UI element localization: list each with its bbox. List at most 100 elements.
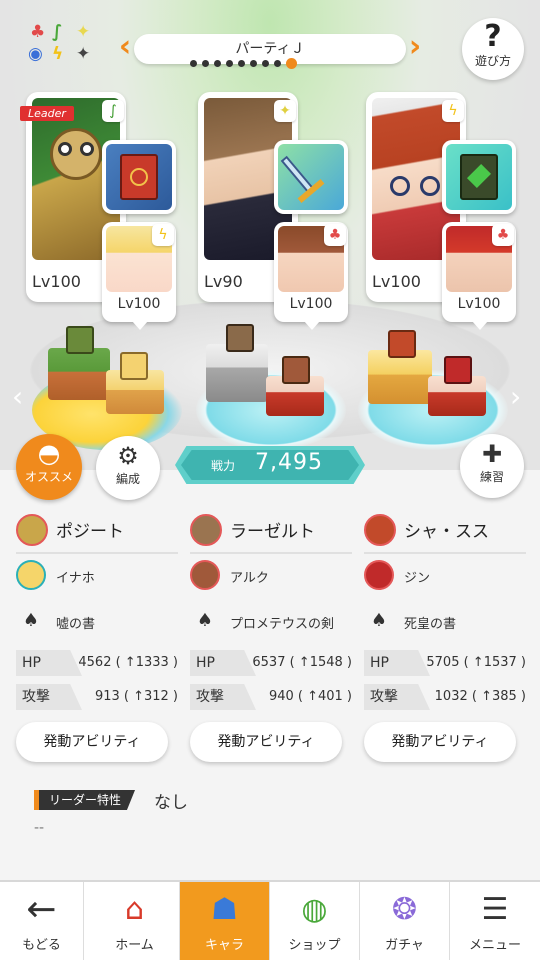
leader-trait-value: なし [154,793,188,813]
equipment-row[interactable]: ♠ 死皇の書 [364,600,526,646]
prev-party-arrow-icon[interactable]: ‹ [114,30,136,66]
page-dot[interactable] [250,59,257,67]
ability-button-2[interactable]: 発動アビリティ [190,722,342,762]
attack-value: 913 ( ↑312 ) [94,689,178,704]
dark-attribute-icon: ✦ [76,44,91,64]
party-card-1[interactable]: Lv100 Leader ∫ Lv100 ϟ [20,92,176,330]
sub-character-slot[interactable]: Lv100 ϟ [102,222,176,330]
sub-character-slot[interactable]: Lv100 ♣ [442,222,516,330]
sub-character-name: ジン [404,571,431,586]
thunder-attribute-icon: ϟ [442,100,464,122]
page-dot[interactable] [214,59,221,67]
attack-stat: 攻撃 940 ( ↑401 ) [190,684,352,714]
main-character-name: シャ・スス [404,522,489,542]
hero-avatar [190,514,222,546]
nav-home-label: ホーム [115,938,154,953]
attack-label: 攻撃 [364,684,430,710]
ability-button-3[interactable]: 発動アビリティ [364,722,516,762]
party-card-3[interactable]: Lv100 ϟ Lv100 ♣ [366,92,516,330]
member-column-1: ポジート イナホ ♠ 嘘の書 HP 4562 ( ↑1333 ) 攻撃 913 … [16,508,178,714]
equipment-slot[interactable] [442,140,516,214]
owl-sprite [66,326,94,354]
bottom-navigation: ← もどる ⌂ ホーム ☗ キャラ ◍ ショップ ❂ ガチャ ☰ メニュー [0,880,540,960]
recommend-label: オススメ [24,470,73,484]
page-dot[interactable] [202,59,209,67]
main-character-name: ポジート [56,522,124,542]
sub-character-name: イナホ [56,571,95,586]
shop-bag-icon: ◍ [301,892,328,927]
sub-character-row[interactable]: イナホ [16,554,178,600]
formation-button[interactable]: ⚙ 編成 [96,436,160,500]
main-level: Lv90 [204,272,243,291]
page-dot[interactable] [238,59,245,67]
nav-shop[interactable]: ◍ ショップ [270,882,360,960]
party-card-2[interactable]: Lv90 ✦ Lv100 ♣ [198,92,348,330]
page-dot-active[interactable] [286,57,297,69]
attribute-legend[interactable]: ♣ ∫ ✦ ◉ ϟ ✦ [24,22,104,68]
hp-value: 4562 ( ↑1333 ) [78,655,178,670]
ability-button-1[interactable]: 発動アビリティ [16,722,168,762]
help-button[interactable]: ? 遊び方 [462,18,524,80]
item-bag-icon: ♠ [22,610,40,631]
boy-avatar [190,560,220,590]
main-character-row[interactable]: ポジート [16,508,178,554]
boy-sprite [282,356,310,384]
nav-shop-label: ショップ [288,938,341,953]
equipment-name: プロメテウスの剣 [230,617,335,632]
main-level: Lv100 [372,272,421,291]
main-character-row[interactable]: シャ・スス [364,508,526,554]
thunder-attribute-icon: ϟ [52,44,64,64]
nav-gacha[interactable]: ❂ ガチャ [360,882,450,960]
nav-chara-label: キャラ [204,938,244,953]
attack-stat: 攻撃 913 ( ↑312 ) [16,684,178,714]
sub-character-row[interactable]: アルク [190,554,352,600]
main-character-row[interactable]: ラーゼルト [190,508,352,554]
recommend-button[interactable]: ◓ オススメ [16,434,82,500]
leader-trait-label: リーダー特性 [34,790,136,810]
glasses-girl-avatar [364,514,396,546]
blonde-girl-avatar [16,560,46,590]
hero-sprite [226,324,254,352]
menu-list-icon: ☰ [481,892,509,927]
equipment-slot[interactable] [102,140,176,214]
party-stage: ♣ ∫ ✦ ◉ ϟ ✦ ‹ パーティＪ › ? 遊び方 Lv100 Leader… [0,0,540,470]
member-column-2: ラーゼルト アルク ♠ プロメテウスの剣 HP 6537 ( ↑1548 ) 攻… [190,508,352,714]
attack-label: 攻撃 [190,684,256,710]
nav-menu[interactable]: ☰ メニュー [450,882,540,960]
next-party-arrow-icon[interactable]: › [404,30,426,66]
nav-home[interactable]: ⌂ ホーム [90,882,180,960]
equipment-row[interactable]: ♠ 嘘の書 [16,600,178,646]
equipment-slot[interactable] [274,140,348,214]
hp-stat: HP 5705 ( ↑1537 ) [364,650,526,680]
page-dot[interactable] [274,59,281,67]
formation-label: 編成 [115,472,140,486]
sub-character-row[interactable]: ジン [364,554,526,600]
stage-left-arrow-icon[interactable]: ‹ [12,380,23,413]
fire-attribute-icon: ♣ [492,224,514,246]
thunder-attribute-icon: ϟ [152,224,174,246]
attack-stat: 攻撃 1032 ( ↑385 ) [364,684,526,714]
green-book-icon [446,144,512,210]
sub-character-slot[interactable]: Lv100 ♣ [274,222,348,330]
page-dot[interactable] [262,59,269,67]
fire-attribute-icon: ♣ [30,22,46,42]
gacha-orb-icon: ❂ [391,892,418,927]
red-hair-avatar [364,560,394,590]
hp-value: 6537 ( ↑1548 ) [252,655,352,670]
equipment-row[interactable]: ♠ プロメテウスの剣 [190,600,352,646]
hp-label: HP [16,650,82,676]
nav-menu-label: メニュー [468,938,521,953]
practice-button[interactable]: ✚ 練習 [460,434,524,498]
main-character-name: ラーゼルト [230,522,315,542]
light-attribute-icon: ✦ [274,100,296,122]
page-dot[interactable] [226,59,233,67]
red-hair-sprite [444,356,472,384]
hp-stat: HP 6537 ( ↑1548 ) [190,650,352,680]
stage-right-arrow-icon[interactable]: › [510,380,521,413]
page-dot[interactable] [190,59,197,67]
sub-character-name: アルク [230,571,269,586]
nav-chara[interactable]: ☗ キャラ [180,882,270,960]
question-icon: ? [484,19,502,54]
back-button[interactable]: ← もどる [0,882,84,960]
party-details: ポジート イナホ ♠ 嘘の書 HP 4562 ( ↑1333 ) 攻撃 913 … [0,500,540,880]
